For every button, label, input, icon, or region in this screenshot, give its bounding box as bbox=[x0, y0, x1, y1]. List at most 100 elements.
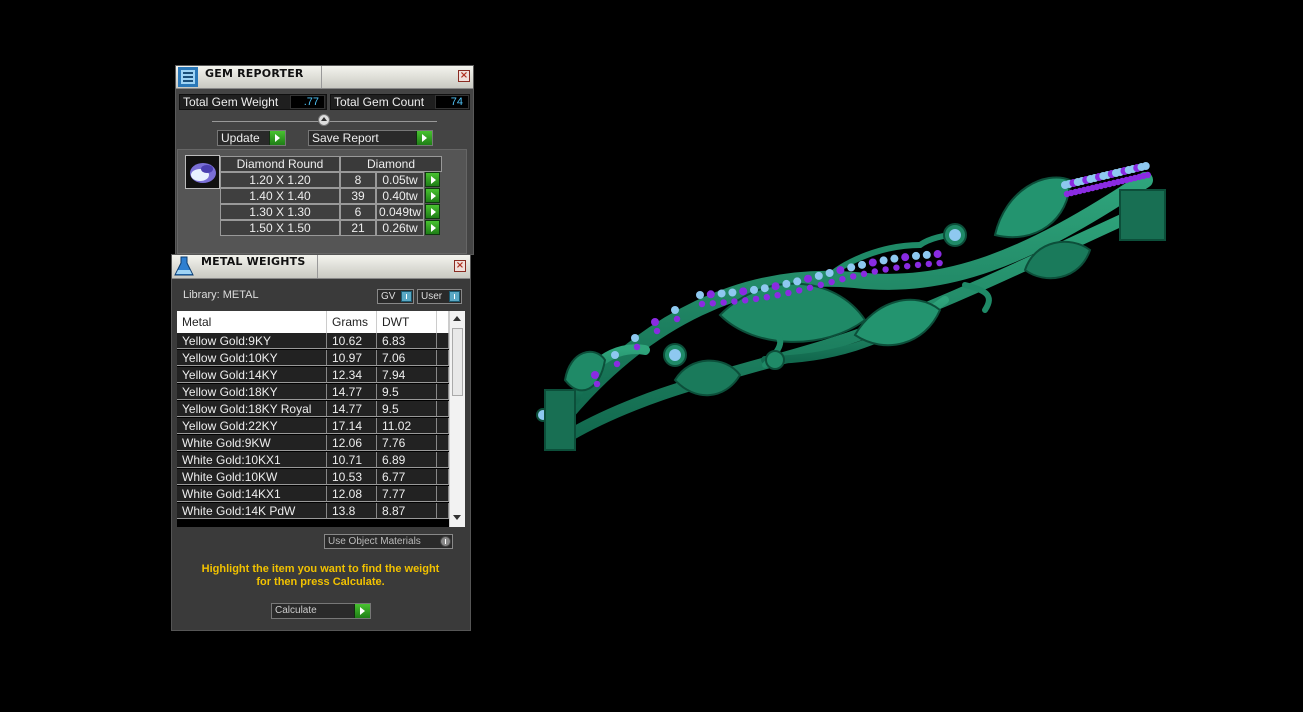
pave-stone bbox=[828, 278, 835, 286]
table-row[interactable]: Yellow Gold:22KY 17.14 11.02 bbox=[177, 418, 449, 434]
pave-stone bbox=[774, 291, 781, 299]
dwt-cell: 8.87 bbox=[377, 503, 437, 519]
pave-stone bbox=[1144, 171, 1151, 179]
table-row[interactable]: White Gold:14KX1 12.08 7.77 bbox=[177, 486, 449, 502]
pave-stone bbox=[858, 260, 866, 269]
metal-col-header[interactable]: Metal bbox=[177, 311, 327, 333]
dwt-cell: 7.76 bbox=[377, 435, 437, 451]
empty-cell bbox=[437, 469, 449, 485]
pave-stone bbox=[860, 270, 868, 278]
gem-row-select-button[interactable] bbox=[425, 188, 440, 203]
gem-row-select-button[interactable] bbox=[425, 204, 440, 219]
empty-cell bbox=[437, 503, 449, 519]
table-row[interactable]: Yellow Gold:9KY 10.62 6.83 bbox=[177, 333, 449, 349]
gem-slider-handle[interactable] bbox=[318, 114, 330, 126]
pave-stone bbox=[914, 261, 922, 269]
pave-stone bbox=[839, 275, 846, 283]
metal-table-scrollbar[interactable] bbox=[449, 311, 465, 527]
extra-col-header bbox=[437, 311, 449, 333]
bracelet-3d-model[interactable] bbox=[525, 150, 1175, 470]
gem-col-type-header: Diamond bbox=[340, 156, 442, 172]
gem-thumbnail[interactable] bbox=[185, 155, 220, 189]
table-row[interactable]: White Gold:10KX1 10.71 6.89 bbox=[177, 452, 449, 468]
pave-stone bbox=[651, 318, 659, 326]
gem-row-select-button[interactable] bbox=[425, 172, 440, 187]
metal-name-cell: White Gold:10KW bbox=[177, 469, 327, 485]
pave-stone bbox=[739, 287, 748, 296]
metal-weights-titlebar[interactable]: METAL WEIGHTS × bbox=[172, 255, 470, 279]
metal-name-cell: Yellow Gold:9KY bbox=[177, 333, 327, 349]
table-row[interactable]: White Gold:10KW 10.53 6.77 bbox=[177, 469, 449, 485]
pave-stone bbox=[922, 250, 931, 259]
pave-stone bbox=[901, 253, 910, 262]
calculate-button-label: Calculate bbox=[275, 605, 317, 616]
empty-cell bbox=[437, 435, 449, 451]
gem-reporter-close-button[interactable]: × bbox=[458, 70, 470, 82]
gem-row-select-button[interactable] bbox=[425, 220, 440, 235]
empty-cell bbox=[437, 333, 449, 349]
empty-cell bbox=[437, 486, 449, 502]
grams-cell: 14.77 bbox=[327, 401, 377, 417]
table-row[interactable]: Yellow Gold:10KY 10.97 7.06 bbox=[177, 350, 449, 366]
use-object-materials-toggle[interactable]: Use Object Materials bbox=[324, 534, 453, 549]
pave-stone bbox=[882, 266, 889, 273]
gem-size: 1.30 X 1.30 bbox=[220, 204, 340, 220]
grams-cell: 12.06 bbox=[327, 435, 377, 451]
titlebar-divider bbox=[317, 255, 318, 278]
pave-stone bbox=[653, 327, 661, 335]
empty-cell bbox=[437, 350, 449, 366]
instruction-line-2: for then press Calculate. bbox=[256, 576, 385, 588]
pave-stone bbox=[890, 254, 899, 263]
calculate-button[interactable]: Calculate bbox=[271, 603, 371, 619]
save-report-button[interactable]: Save Report bbox=[308, 130, 433, 146]
scroll-down-arrow-icon[interactable] bbox=[453, 515, 461, 520]
pave-stone bbox=[817, 281, 824, 289]
dwt-col-header[interactable]: DWT bbox=[377, 311, 437, 333]
dwt-cell: 9.5 bbox=[377, 384, 437, 400]
pave-stone bbox=[925, 260, 932, 268]
pave-stone bbox=[893, 264, 900, 271]
grams-cell: 10.71 bbox=[327, 452, 377, 468]
table-row[interactable]: Yellow Gold:18KY 14.77 9.5 bbox=[177, 384, 449, 400]
pave-stone bbox=[731, 298, 738, 305]
dwt-cell: 7.94 bbox=[377, 367, 437, 383]
pave-stone bbox=[611, 351, 619, 359]
gv-toggle[interactable]: GV bbox=[377, 289, 414, 304]
pave-stone bbox=[796, 287, 803, 294]
grams-cell: 10.97 bbox=[327, 350, 377, 366]
table-row[interactable]: White Gold:14K PdW 13.8 8.87 bbox=[177, 503, 449, 519]
metal-name-cell: Yellow Gold:10KY bbox=[177, 350, 327, 366]
metal-weights-close-button[interactable]: × bbox=[454, 260, 466, 272]
pave-stone bbox=[904, 262, 911, 270]
scroll-up-arrow-icon[interactable] bbox=[453, 316, 461, 321]
pave-stone bbox=[717, 289, 726, 298]
metal-name-cell: White Gold:14KX1 bbox=[177, 486, 327, 502]
total-gem-weight-value: .77 bbox=[290, 95, 325, 109]
dwt-cell: 9.5 bbox=[377, 401, 437, 417]
table-row[interactable]: White Gold:9KW 12.06 7.76 bbox=[177, 435, 449, 451]
table-row[interactable]: Yellow Gold:14KY 12.34 7.94 bbox=[177, 367, 449, 383]
metal-flask-icon bbox=[174, 256, 194, 276]
grams-col-header[interactable]: Grams bbox=[327, 311, 377, 333]
gem-count: 39 bbox=[340, 188, 376, 204]
grams-cell: 13.8 bbox=[327, 503, 377, 519]
total-gem-count-label: Total Gem Count bbox=[334, 95, 425, 109]
scrollbar-thumb[interactable] bbox=[452, 328, 463, 396]
pave-stone bbox=[1141, 162, 1150, 170]
instruction-line-1: Highlight the item you want to find the … bbox=[201, 563, 440, 575]
gem-count: 8 bbox=[340, 172, 376, 188]
gv-toggle-label: GV bbox=[381, 291, 396, 302]
metal-weights-title: METAL WEIGHTS bbox=[201, 255, 306, 268]
library-label: Library: METAL bbox=[183, 289, 259, 301]
radio-knob-icon bbox=[440, 536, 451, 547]
pave-stone bbox=[933, 250, 942, 259]
update-button[interactable]: Update bbox=[217, 130, 286, 146]
gem-reporter-titlebar[interactable]: GEM REPORTER × bbox=[176, 66, 473, 89]
grams-cell: 12.34 bbox=[327, 367, 377, 383]
metal-name-cell: White Gold:9KW bbox=[177, 435, 327, 451]
user-toggle[interactable]: User bbox=[417, 289, 462, 304]
empty-cell bbox=[437, 401, 449, 417]
table-row[interactable]: Yellow Gold:18KY Royal 14.77 9.5 bbox=[177, 401, 449, 417]
toggle-knob-icon bbox=[401, 291, 412, 302]
metal-name-cell: Yellow Gold:14KY bbox=[177, 367, 327, 383]
